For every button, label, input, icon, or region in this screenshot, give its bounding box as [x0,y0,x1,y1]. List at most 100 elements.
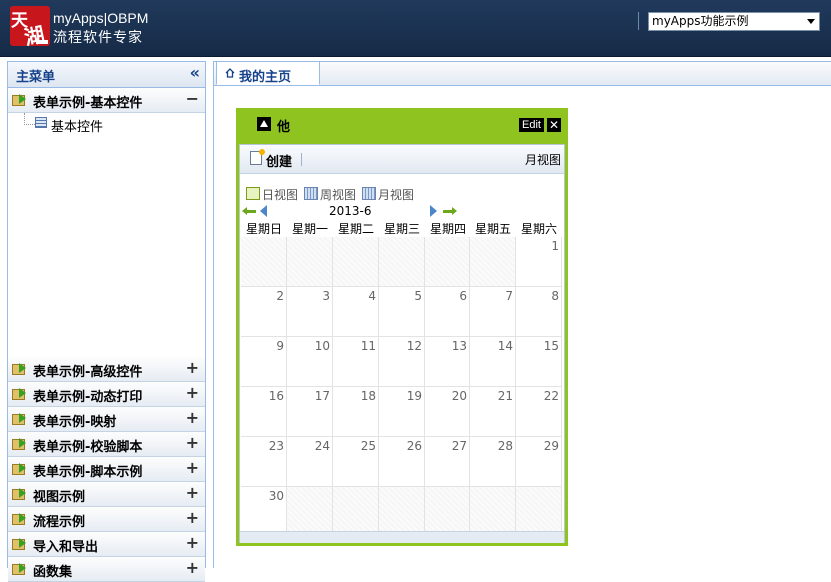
calendar-day-cell[interactable]: 16 [241,387,287,437]
sidebar-section-label: 视图示例 [33,490,86,505]
folder-arrow-icon [12,562,26,575]
application-select[interactable]: myApps功能示例 [648,12,820,31]
calendar-day-cell[interactable]: 6 [425,287,470,337]
expand-toggle-icon[interactable]: + [186,433,199,452]
day-number: 24 [314,439,330,453]
month-navigation: 2013-6 [240,204,564,219]
calendar-day-cell[interactable]: 9 [241,337,287,387]
calendar-day-cell[interactable]: 11 [333,337,379,387]
calendar-day-cell[interactable]: 15 [516,337,562,387]
calendar-day-cell[interactable]: 12 [379,337,425,387]
sidebar-section[interactable]: 表单示例-校验脚本 + [8,432,205,457]
sidebar-section-label: 表单示例-脚本示例 [33,465,143,480]
previous-year-arrow-icon[interactable] [242,207,256,215]
logo: 天湖 [10,6,50,46]
day-number: 15 [543,339,559,353]
calendar-toolbar: 创建 月视图 [240,145,564,174]
calendar-day-cell[interactable]: 29 [516,437,562,487]
calendar-day-cell[interactable]: 20 [425,387,470,437]
day-number: 30 [268,489,284,503]
next-year-arrow-icon[interactable] [443,207,457,215]
sidebar-title-bar: 主菜单 « [8,62,205,88]
table-icon [35,117,47,128]
day-number: 2 [276,289,284,303]
collapse-toggle-icon[interactable]: − [186,89,199,108]
sidebar-section-label: 流程示例 [33,515,86,530]
sidebar-section[interactable]: 流程示例 + [8,507,205,532]
next-month-arrow-icon[interactable] [430,205,437,217]
sidebar-section-label: 表单示例-校验脚本 [33,440,143,455]
calendar-day-cell[interactable]: 18 [333,387,379,437]
calendar-cell-empty [379,237,425,287]
calendar-day-cell[interactable]: 10 [287,337,333,387]
day-number: 16 [268,389,284,403]
calendar-day-cell[interactable]: 26 [379,437,425,487]
calendar-cell-empty [287,237,333,287]
app-header: 天湖 myApps|OBPM 流程软件专家 myApps功能示例 [0,0,831,57]
folder-arrow-icon [12,512,26,525]
calendar-day-cell[interactable]: 8 [516,287,562,337]
calendar-day-cell[interactable]: 19 [379,387,425,437]
collapse-triangle-icon[interactable] [257,117,271,131]
calendar-day-cell[interactable]: 3 [287,287,333,337]
sidebar-section-basic-controls[interactable]: 表单示例-基本控件 − [8,88,205,113]
calendar-day-cell[interactable]: 22 [516,387,562,437]
double-chevron-left-icon[interactable]: « [190,64,200,82]
calendar-day-cell[interactable]: 2 [241,287,287,337]
sidebar-section[interactable]: 表单示例-映射 + [8,407,205,432]
calendar-cell-empty [287,487,333,537]
calendar-day-cell[interactable]: 25 [333,437,379,487]
day-number: 11 [360,339,376,353]
calendar-day-cell[interactable]: 24 [287,437,333,487]
expand-toggle-icon[interactable]: + [186,408,199,427]
calendar-widget: 他 Edit ✕ 创建 月视图 日视图 周视图 月视图 2013-6 星期日 星… [236,108,568,546]
calendar-day-cell[interactable]: 13 [425,337,470,387]
sidebar-section[interactable]: 表单示例-动态打印 + [8,382,205,407]
expand-toggle-icon[interactable]: + [186,383,199,402]
current-view-label: 月视图 [524,153,561,167]
weekday-header: 星期二 [337,222,374,236]
tab-my-home[interactable]: 我的主页 [216,61,320,85]
sidebar-item-basic-controls[interactable]: 基本控件 [8,113,205,135]
previous-month-arrow-icon[interactable] [260,205,267,217]
day-number: 5 [414,289,422,303]
calendar-day-cell[interactable]: 7 [470,287,516,337]
day-number: 27 [451,439,467,453]
expand-toggle-icon[interactable]: + [186,358,199,377]
calendar-day-cell[interactable]: 21 [470,387,516,437]
calendar-cell-empty [470,487,516,537]
brand-slogan: 流程软件专家 [53,30,143,46]
week-view-icon [304,187,318,200]
day-number: 22 [543,389,559,403]
dropdown-arrow-icon[interactable] [807,19,815,24]
sidebar-section[interactable]: 表单示例-脚本示例 + [8,457,205,482]
expand-toggle-icon[interactable]: + [186,533,199,552]
day-view-label: 日视图 [262,188,299,202]
day-number: 10 [314,339,330,353]
day-number: 25 [360,439,376,453]
calendar-day-cell[interactable]: 4 [333,287,379,337]
sidebar-title: 主菜单 [16,70,56,85]
sidebar-section[interactable]: 表单示例-高级控件 + [8,357,205,382]
sidebar-section[interactable]: 视图示例 + [8,482,205,507]
sidebar-section-label: 表单示例-基本控件 [33,96,143,111]
calendar-day-cell[interactable]: 1 [516,237,562,287]
expand-toggle-icon[interactable]: + [186,458,199,477]
calendar-day-cell[interactable]: 17 [287,387,333,437]
calendar-day-cell[interactable]: 30 [241,487,287,537]
expand-toggle-icon[interactable]: + [186,508,199,527]
calendar-day-cell[interactable]: 23 [241,437,287,487]
sidebar-section[interactable]: 导入和导出 + [8,532,205,557]
calendar-day-cell[interactable]: 14 [470,337,516,387]
calendar-day-cell[interactable]: 5 [379,287,425,337]
close-icon[interactable]: ✕ [547,118,561,132]
widget-footer [240,531,564,543]
calendar-day-cell[interactable]: 27 [425,437,470,487]
sidebar-section[interactable]: 函数集 + [8,557,205,582]
expand-toggle-icon[interactable]: + [186,483,199,502]
weekday-header: 星期四 [429,222,466,236]
calendar-day-cell[interactable]: 28 [470,437,516,487]
folder-arrow-icon [12,487,26,500]
widget-title: 他 [277,120,291,135]
edit-button[interactable]: Edit [519,118,544,132]
